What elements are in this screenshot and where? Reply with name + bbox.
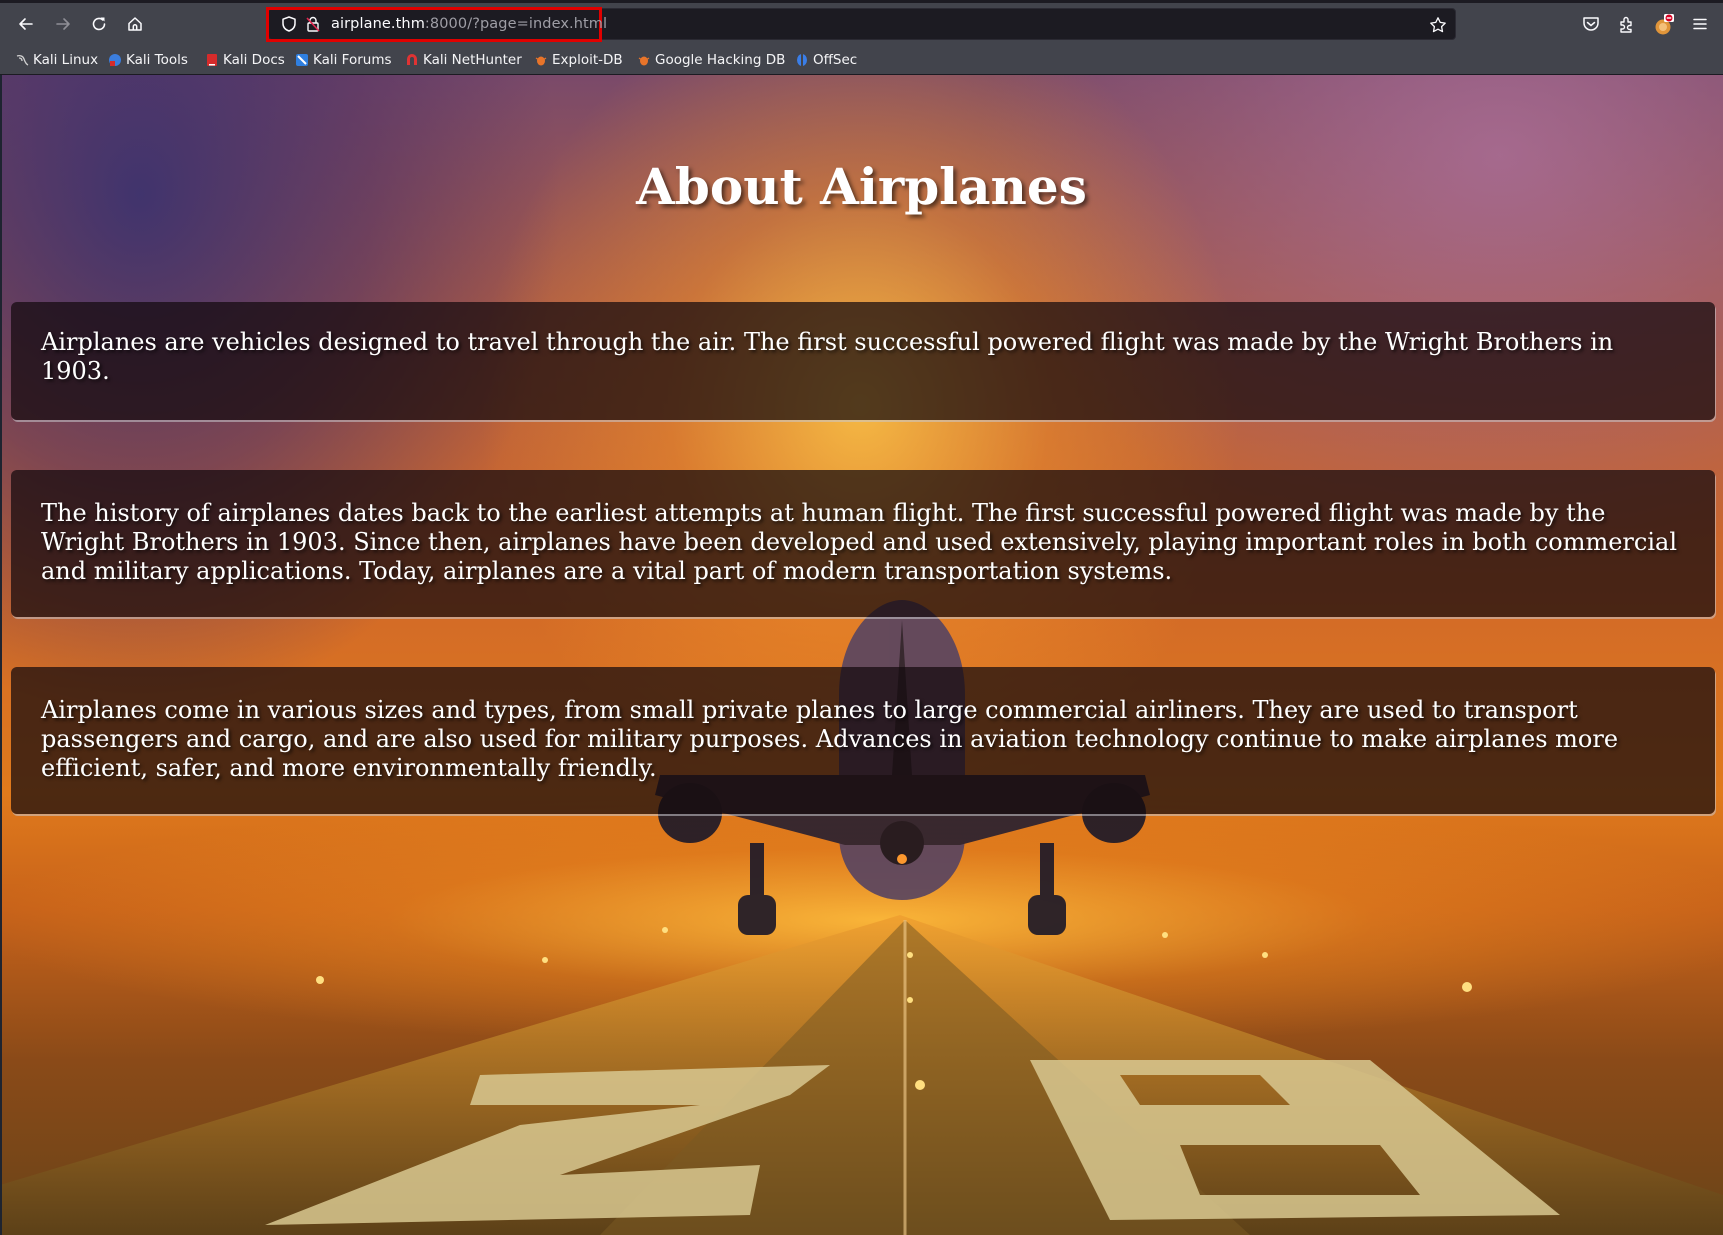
extensions-puzzle-icon[interactable]: [1617, 14, 1637, 34]
kali-docs-icon: [207, 54, 217, 66]
kali-nethunter-icon: [407, 54, 417, 65]
bookmark-label: Exploit-DB: [552, 52, 623, 68]
bookmark-label: OffSec: [813, 52, 858, 68]
bookmark-offsec[interactable]: OffSec: [795, 50, 857, 70]
bookmark-label: Kali Docs: [223, 52, 285, 68]
bookmark-kali-tools[interactable]: Kali Tools: [108, 50, 188, 70]
home-icon: [128, 17, 142, 31]
bookmark-kali-linux[interactable]: Kali Linux: [15, 50, 98, 70]
back-button[interactable]: [12, 10, 40, 38]
hamburger-menu-icon[interactable]: [1690, 14, 1710, 34]
forward-button[interactable]: [49, 10, 77, 38]
bookmarks-toolbar: Kali Linux Kali Tools Kali Docs Kali For…: [0, 44, 1723, 75]
pocket-icon[interactable]: [1581, 14, 1601, 34]
paragraph-history: The history of airplanes dates back to t…: [41, 499, 1678, 585]
bookmark-label: Kali Linux: [33, 52, 99, 68]
home-button[interactable]: [121, 10, 149, 38]
bookmark-label: Kali NetHunter: [423, 52, 522, 68]
back-arrow-icon: [19, 18, 33, 30]
url-host: airplane.thm: [331, 16, 425, 32]
bookmark-label: Kali Forums: [313, 52, 392, 68]
kali-forums-icon: [296, 54, 308, 66]
ghdb-bug-icon: [638, 56, 650, 66]
forward-arrow-icon: [56, 18, 70, 30]
kali-dragon-icon: [16, 54, 29, 66]
bookmark-kali-docs[interactable]: Kali Docs: [205, 50, 285, 70]
content-panel-history: The history of airplanes dates back to t…: [11, 470, 1715, 617]
bookmark-star-icon[interactable]: [1429, 16, 1447, 34]
bookmark-exploit-db[interactable]: Exploit-DB: [534, 50, 623, 70]
insecure-lock-icon[interactable]: [304, 15, 322, 33]
url-text[interactable]: airplane.thm:8000/?page=index.html: [331, 15, 607, 33]
content-panel-types: Airplanes come in various sizes and type…: [11, 667, 1715, 814]
page-title: About Airplanes: [636, 157, 1087, 216]
runway-illustration: [0, 600, 1723, 1235]
bookmark-google-hacking-db[interactable]: Google Hacking DB: [637, 50, 785, 70]
kali-tools-icon: [109, 54, 121, 66]
bookmark-kali-forums[interactable]: Kali Forums: [295, 50, 392, 70]
content-panel-intro: Airplanes are vehicles designed to trave…: [11, 302, 1715, 420]
page-content: About Airplanes Airplanes are vehicles d…: [0, 75, 1723, 1235]
offsec-icon: [797, 54, 807, 66]
profile-avatar-icon: [1655, 14, 1674, 35]
reload-icon: [92, 17, 106, 31]
bookmark-label: Kali Tools: [126, 52, 188, 68]
page-left-edge: [0, 75, 2, 1235]
browser-toolbar: airplane.thm:8000/?page=index.html: [0, 3, 1723, 44]
bookmark-label: Google Hacking DB: [655, 52, 786, 68]
bookmark-kali-nethunter[interactable]: Kali NetHunter: [405, 50, 522, 70]
reload-button[interactable]: [85, 10, 113, 38]
tracking-protection-shield-icon[interactable]: [280, 15, 298, 33]
profile-avatar-button[interactable]: [1653, 14, 1675, 36]
url-path: :8000/?page=index.html: [424, 16, 608, 32]
paragraph-intro: Airplanes are vehicles designed to trave…: [41, 328, 1614, 385]
background-image: [0, 75, 1723, 1235]
paragraph-types: Airplanes come in various sizes and type…: [41, 696, 1619, 782]
exploit-db-bug-icon: [535, 56, 547, 66]
